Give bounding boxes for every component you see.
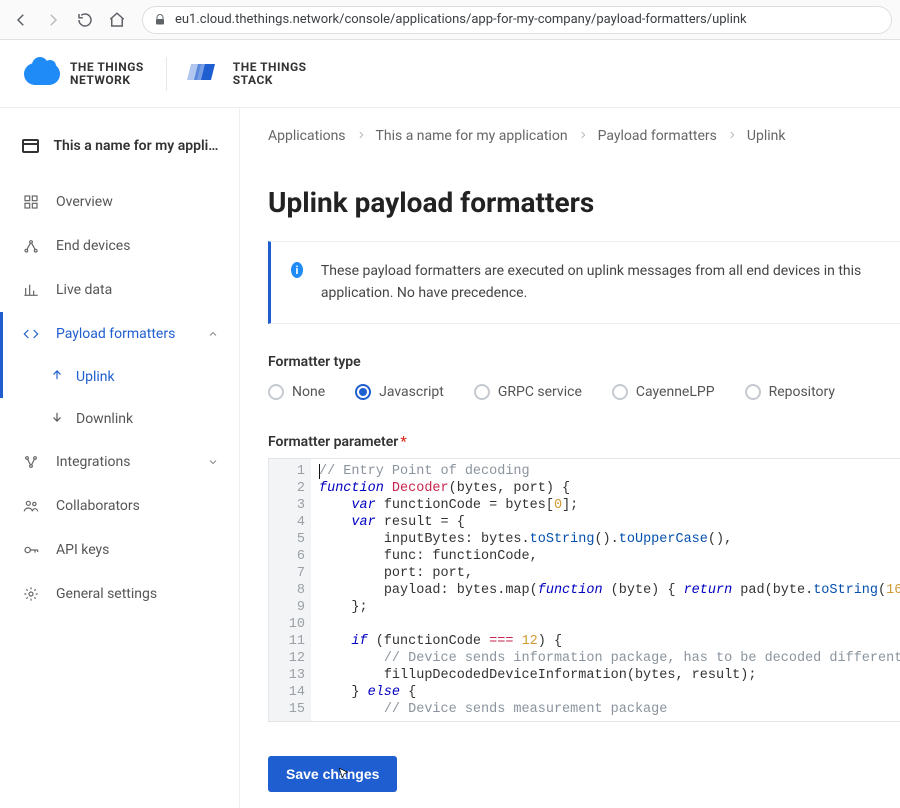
back-button[interactable]: [8, 7, 34, 33]
code-editor[interactable]: 1 2 3 4 5 6 7 8 9 10 11 12 13 14 15 // E…: [268, 458, 900, 722]
grid-icon: [22, 194, 40, 210]
chevron-down-icon: [207, 456, 219, 468]
gear-icon: [22, 586, 40, 602]
sidebar-item-live-data[interactable]: Live data: [0, 268, 239, 312]
reload-button[interactable]: [72, 7, 98, 33]
devices-icon: [22, 238, 40, 254]
radio-repository[interactable]: Repository: [745, 384, 835, 400]
sidebar-item-integrations[interactable]: Integrations: [0, 440, 239, 484]
radio-none[interactable]: None: [268, 384, 325, 400]
sidebar-app-header[interactable]: This a name for my applic…: [0, 120, 239, 180]
sidebar-item-overview[interactable]: Overview: [0, 180, 239, 224]
formatter-type-label: Formatter type: [240, 324, 900, 380]
save-button[interactable]: Save changes: [268, 756, 397, 792]
formatter-parameter-label: Formatter parameter*: [240, 410, 900, 456]
sidebar-app-name: This a name for my applic…: [53, 138, 219, 154]
sidebar-sub-uplink[interactable]: Uplink: [0, 356, 239, 398]
lock-icon: [153, 13, 167, 27]
sidebar-sub-downlink[interactable]: Downlink: [0, 398, 239, 440]
sidebar: This a name for my applic… Overview End …: [0, 108, 240, 808]
code-icon: [22, 326, 40, 342]
chevron-right-icon: [727, 128, 737, 144]
radio-grpc[interactable]: GRPC service: [474, 384, 582, 400]
form-actions: Save changes: [240, 722, 900, 808]
mouse-cursor-icon: [337, 771, 351, 787]
chevron-right-icon: [578, 128, 588, 144]
crumb-app[interactable]: This a name for my application: [376, 128, 568, 144]
code-area[interactable]: // Entry Point of decoding function Deco…: [311, 459, 900, 721]
sidebar-item-general-settings[interactable]: General settings: [0, 572, 239, 616]
forward-button[interactable]: [40, 7, 66, 33]
stack-icon: [189, 64, 217, 84]
breadcrumb: Applications This a name for my applicat…: [240, 108, 900, 144]
browser-chrome: eu1.cloud.thethings.network/console/appl…: [0, 0, 900, 40]
application-icon: [22, 139, 39, 153]
radio-cayenne[interactable]: CayenneLPP: [612, 384, 715, 400]
crumb-applications[interactable]: Applications: [268, 128, 346, 144]
url-text: eu1.cloud.thethings.network/console/appl…: [175, 12, 747, 27]
brand-bar: THE THINGSNETWORK THE THINGSSTACK: [0, 40, 900, 108]
line-gutter: 1 2 3 4 5 6 7 8 9 10 11 12 13 14 15: [269, 459, 311, 721]
info-notice: i These payload formatters are executed …: [268, 241, 900, 324]
cloud-icon: [24, 63, 60, 85]
home-button[interactable]: [104, 7, 130, 33]
radio-javascript[interactable]: Javascript: [355, 384, 444, 400]
brand-tts[interactable]: THE THINGSSTACK: [189, 61, 307, 87]
arrow-up-icon: [50, 368, 64, 386]
people-icon: [22, 498, 40, 514]
sidebar-item-collaborators[interactable]: Collaborators: [0, 484, 239, 528]
chevron-up-icon: [207, 328, 219, 340]
key-icon: [22, 542, 40, 558]
chevron-right-icon: [356, 128, 366, 144]
chart-icon: [22, 282, 40, 298]
page-title: Uplink payload formatters: [240, 144, 900, 241]
info-icon: i: [291, 262, 303, 278]
integrations-icon: [22, 454, 40, 470]
brand-ttn[interactable]: THE THINGSNETWORK: [24, 61, 144, 87]
main-content: Applications This a name for my applicat…: [240, 108, 900, 808]
notice-text: These payload formatters are executed on…: [321, 260, 880, 305]
crumb-payload-formatters[interactable]: Payload formatters: [598, 128, 717, 144]
crumb-uplink: Uplink: [747, 128, 786, 144]
sidebar-item-api-keys[interactable]: API keys: [0, 528, 239, 572]
sidebar-item-payload-formatters[interactable]: Payload formatters: [0, 312, 239, 356]
formatter-type-options: None Javascript GRPC service CayenneLPP …: [240, 380, 900, 410]
arrow-down-icon: [50, 410, 64, 428]
address-bar[interactable]: eu1.cloud.thethings.network/console/appl…: [142, 6, 892, 34]
sidebar-item-end-devices[interactable]: End devices: [0, 224, 239, 268]
